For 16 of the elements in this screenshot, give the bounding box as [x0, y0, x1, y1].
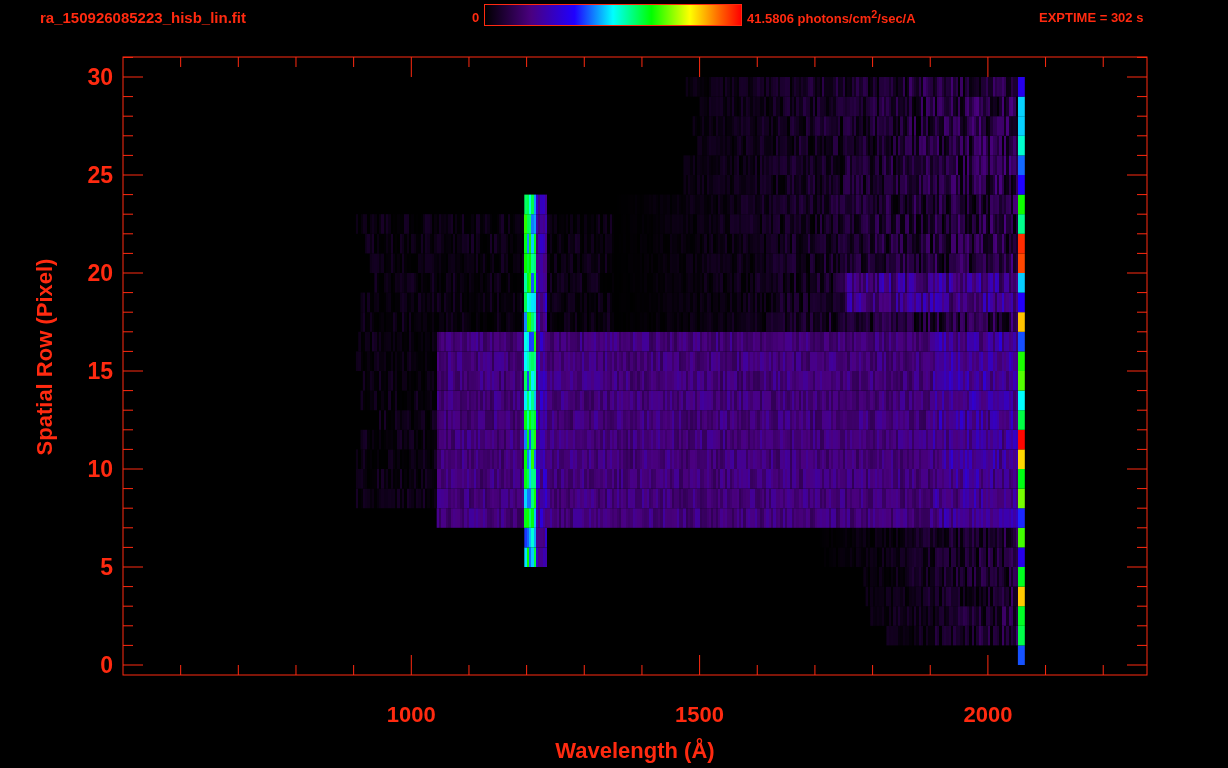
y-tick-label: 0	[100, 652, 113, 678]
y-tick-label: 20	[87, 260, 113, 286]
x-tick-label: 2000	[963, 702, 1013, 727]
y-tick-label: 15	[87, 358, 113, 384]
colorbar-min-label: 0	[472, 10, 481, 25]
y-tick-label: 30	[87, 64, 113, 90]
y-tick-label: 10	[87, 456, 113, 482]
x-axis-title: Wavelength (Å)	[555, 738, 715, 763]
exposure-time: EXPTIME = 302 s	[1039, 10, 1144, 25]
y-tick-label: 5	[100, 554, 113, 580]
file-name: ra_150926085223_hisb_lin.fit	[40, 9, 247, 26]
x-tick-label: 1500	[675, 702, 725, 727]
y-tick-label: 25	[87, 162, 113, 188]
colorbar-max-label: 41.5806 photons/cm$^{2}$/sec/A	[747, 8, 917, 27]
y-axis-title: Spatial Row (Pixel)	[32, 258, 57, 456]
x-tick-label: 1000	[386, 702, 436, 727]
